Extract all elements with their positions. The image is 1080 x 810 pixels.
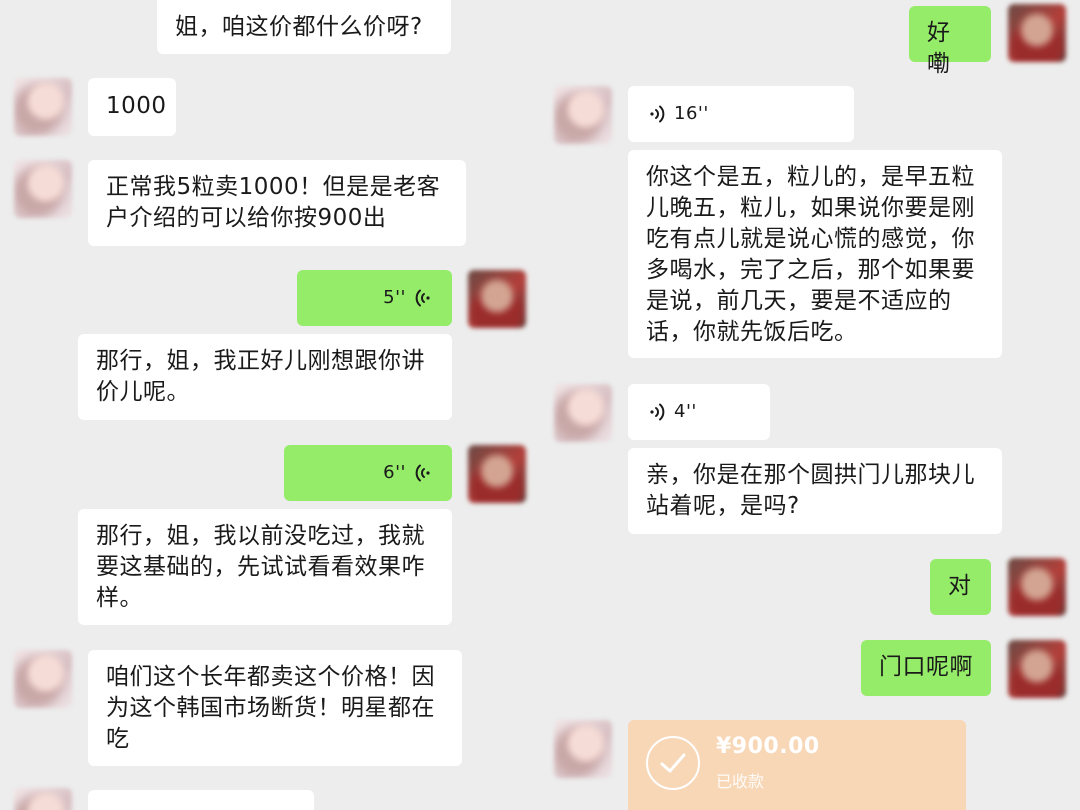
message-text: 1000 <box>106 93 167 119</box>
voice-duration: 4'' <box>674 401 697 422</box>
transfer-amount: ¥900.00 <box>716 734 820 759</box>
transfer-card[interactable]: ¥900.00 已收款 <box>628 720 966 810</box>
voice-transcript[interactable]: 你这个是五，粒儿的，是早五粒儿晚五，粒儿，如果说你要是刚吃有点儿就是说心慌的感觉… <box>628 150 1002 358</box>
message-text: 好嘞 <box>927 20 951 77</box>
incoming-voice-message[interactable]: 4'' <box>628 384 770 440</box>
message-text: 对 <box>948 573 972 599</box>
contact-avatar[interactable] <box>554 384 612 442</box>
message-text: 门口呢啊 <box>879 654 973 680</box>
contact-avatar[interactable] <box>554 720 612 778</box>
outgoing-voice-message[interactable]: 6'' <box>284 445 452 501</box>
voice-transcript[interactable]: 亲，你是在那个圆拱门儿那块儿站着呢，是吗? <box>628 448 1002 534</box>
voice-wave-icon <box>646 103 666 125</box>
user-avatar[interactable] <box>1008 4 1066 62</box>
voice-wave-icon <box>414 462 434 484</box>
incoming-message[interactable] <box>88 790 314 810</box>
voice-wave-icon <box>646 401 666 423</box>
user-avatar[interactable] <box>468 270 526 328</box>
chat-panel-right: 好嘞 16'' 你这个是五，粒儿的，是早五粒儿晚五，粒儿，如果说你要是刚吃有点儿… <box>540 0 1080 810</box>
voice-transcript[interactable]: 那行，姐，我正好儿刚想跟你讲价儿呢。 <box>78 334 452 420</box>
message-text: 正常我5粒卖1000！但是是老客户介绍的可以给你按900出 <box>106 174 441 231</box>
voice-duration: 16'' <box>674 103 709 124</box>
contact-avatar[interactable] <box>14 78 72 136</box>
contact-avatar[interactable] <box>14 160 72 218</box>
voice-wave-icon <box>414 287 434 309</box>
message-text: 那行，姐，我正好儿刚想跟你讲价儿呢。 <box>96 348 425 405</box>
voice-duration: 5'' <box>383 287 406 308</box>
incoming-message[interactable]: 1000 <box>88 78 176 136</box>
incoming-message[interactable]: 姐，咱这价都什么价呀? <box>157 0 451 54</box>
message-text: 你这个是五，粒儿的，是早五粒儿晚五，粒儿，如果说你要是刚吃有点儿就是说心慌的感觉… <box>646 164 975 345</box>
outgoing-message[interactable]: 对 <box>930 559 991 615</box>
outgoing-voice-message[interactable]: 5'' <box>297 270 452 326</box>
contact-avatar[interactable] <box>554 86 612 144</box>
transfer-status: 已收款 <box>716 772 765 791</box>
voice-duration: 6'' <box>383 462 406 483</box>
user-avatar[interactable] <box>468 445 526 503</box>
incoming-voice-message[interactable]: 16'' <box>628 86 854 142</box>
voice-transcript[interactable]: 那行，姐，我以前没吃过，我就要这基础的，先试试看看效果咋样。 <box>78 509 452 625</box>
chat-panel-left: 姐，咱这价都什么价呀? 1000 正常我5粒卖1000！但是是老客户介绍的可以给… <box>0 0 540 810</box>
outgoing-message[interactable]: 好嘞 <box>909 6 991 77</box>
incoming-message[interactable]: 正常我5粒卖1000！但是是老客户介绍的可以给你按900出 <box>88 160 466 246</box>
contact-avatar[interactable] <box>14 650 72 708</box>
message-text: 那行，姐，我以前没吃过，我就要这基础的，先试试看看效果咋样。 <box>96 523 425 611</box>
contact-avatar[interactable] <box>14 788 72 810</box>
message-text: 咱们这个长年都卖这个价格！因为这个韩国市场断货！明星都在吃 <box>106 664 435 752</box>
user-avatar[interactable] <box>1008 640 1066 698</box>
incoming-message[interactable]: 咱们这个长年都卖这个价格！因为这个韩国市场断货！明星都在吃 <box>88 650 462 766</box>
check-circle-icon <box>646 736 700 790</box>
message-text: 姐，咱这价都什么价呀? <box>175 14 423 40</box>
outgoing-message[interactable]: 门口呢啊 <box>861 640 991 696</box>
message-text: 亲，你是在那个圆拱门儿那块儿站着呢，是吗? <box>646 462 975 519</box>
user-avatar[interactable] <box>1008 558 1066 616</box>
